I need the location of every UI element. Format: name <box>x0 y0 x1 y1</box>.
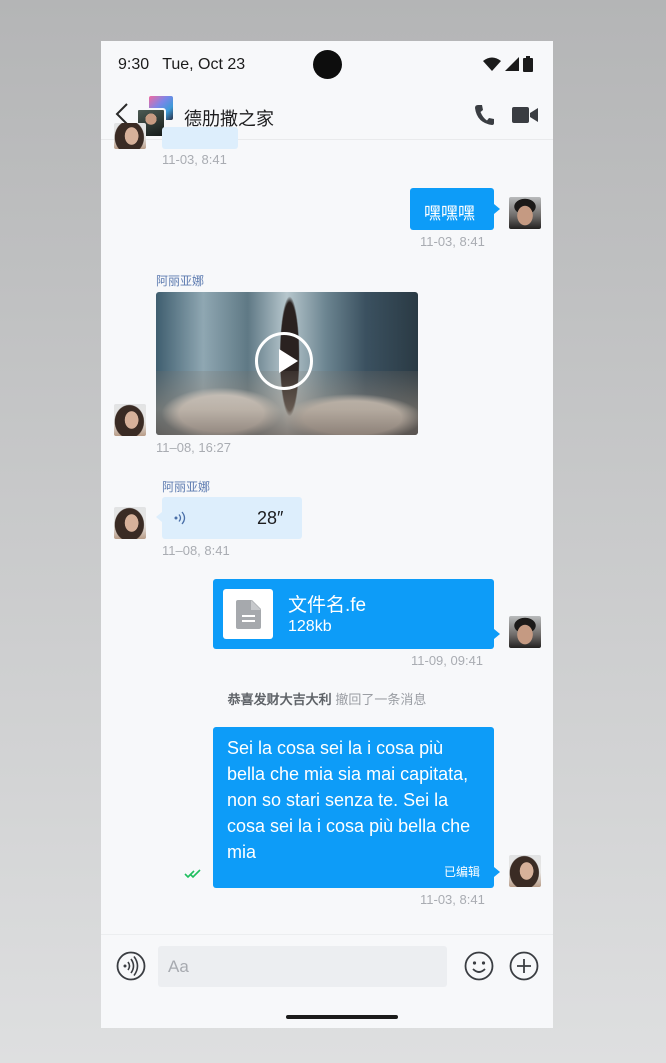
message-timestamp: 11-03, 8:41 <box>420 892 485 907</box>
message-input[interactable] <box>158 946 438 987</box>
front-camera <box>313 50 342 79</box>
file-name: 文件名.fe <box>288 595 367 616</box>
voice-input-icon[interactable] <box>116 951 146 981</box>
message-timestamp: 11-09, 09:41 <box>411 653 484 668</box>
home-indicator[interactable] <box>286 1015 398 1019</box>
avatar[interactable] <box>114 404 146 436</box>
avatar[interactable] <box>114 507 146 539</box>
message-timestamp: 11–08, 8:41 <box>162 543 230 558</box>
bubble-tail <box>494 629 500 639</box>
avatar[interactable] <box>509 616 541 648</box>
message-bubble-incoming[interactable] <box>162 127 238 149</box>
voice-wave-icon <box>174 511 186 525</box>
recall-user: 恭喜发财大吉大利 <box>227 692 332 707</box>
play-icon[interactable] <box>255 332 313 390</box>
message-bubble-outgoing[interactable]: 嘿嘿嘿 <box>410 188 494 230</box>
avatar[interactable] <box>114 123 146 149</box>
avatar[interactable] <box>509 855 541 887</box>
signal-icon <box>505 57 519 71</box>
file-size: 128kb <box>288 618 332 635</box>
avatar[interactable] <box>509 197 541 229</box>
voice-message[interactable]: 28″ <box>162 497 302 539</box>
message-timestamp: 11–08, 16:27 <box>156 440 231 455</box>
bubble-tail <box>494 204 500 214</box>
document-icon <box>223 589 273 639</box>
message-bubble-outgoing[interactable]: Sei la cosa sei la i cosa più bella che … <box>213 727 494 888</box>
message-timestamp: 11-03, 8:41 <box>420 234 485 249</box>
bubble-tail <box>494 867 500 877</box>
add-icon[interactable] <box>509 951 539 981</box>
message-text: 嘿嘿嘿 <box>424 204 475 223</box>
sender-name: 阿丽亚娜 <box>162 480 211 494</box>
phone-call-icon[interactable] <box>473 103 495 127</box>
read-receipt-icon <box>184 869 201 879</box>
status-bar: 9:30 Tue, Oct 23 <box>101 41 553 91</box>
phone-screen: 9:30 Tue, Oct 23 德肋撒之家 11-03, 8:41 嘿嘿嘿 1… <box>101 41 553 1028</box>
message-text: Sei la cosa sei la i cosa più bella che … <box>227 738 471 862</box>
voice-duration: 28″ <box>257 508 284 528</box>
battery-icon <box>523 56 533 72</box>
wifi-icon <box>483 57 501 71</box>
status-time: 9:30 Tue, Oct 23 <box>118 56 246 73</box>
input-bar <box>101 934 553 1028</box>
sender-name: 阿丽亚娜 <box>156 274 205 288</box>
system-icons <box>483 56 533 72</box>
emoji-icon[interactable] <box>464 951 494 981</box>
message-timestamp: 11-03, 8:41 <box>162 152 227 167</box>
recall-notice: 恭喜发财大吉大利 撤回了一条消息 <box>101 689 553 708</box>
file-message[interactable]: 文件名.fe 128kb <box>213 579 494 649</box>
message-input-field[interactable] <box>158 946 447 987</box>
recall-text: 撤回了一条消息 <box>335 692 427 707</box>
edited-label: 已编辑 <box>443 865 480 879</box>
video-message[interactable] <box>156 292 418 435</box>
video-call-icon[interactable] <box>512 105 538 125</box>
